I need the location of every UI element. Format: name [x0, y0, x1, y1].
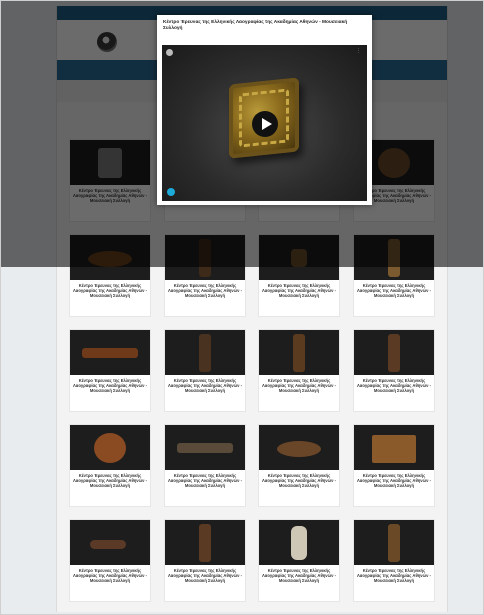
artifact-thumbnail-shape — [94, 433, 126, 463]
model-card-title[interactable]: Κέντρο Έρευνας της Ελληνικής Λαογραφίας … — [356, 568, 432, 584]
model-card[interactable]: Κέντρο Έρευνας της Ελληνικής Λαογραφίας … — [164, 329, 246, 412]
model-viewer-modal: Κέντρο Έρευνας της Ελληνικής Λαογραφίας … — [157, 15, 372, 205]
model-card-title[interactable]: Κέντρο Έρευνας της Ελληνικής Λαογραφίας … — [72, 473, 148, 489]
screenshot-frame: Κέντρο Έρευνας της Ελληνικής Λαογραφίας … — [0, 0, 484, 615]
model-card-title[interactable]: Κέντρο Έρευνας της Ελληνικής Λαογραφίας … — [167, 473, 243, 489]
artifact-thumbnail-shape — [199, 524, 211, 562]
model-card[interactable]: Κέντρο Έρευνας της Ελληνικής Λαογραφίας … — [69, 424, 151, 507]
model-card[interactable]: Κέντρο Έρευνας της Ελληνικής Λαογραφίας … — [258, 329, 340, 412]
model-card[interactable]: Κέντρο Έρευνας της Ελληνικής Λαογραφίας … — [353, 424, 435, 507]
artifact-thumbnail-shape — [293, 334, 305, 372]
model-card[interactable]: Κέντρο Έρευνας της Ελληνικής Λαογραφίας … — [69, 519, 151, 602]
artifact-thumbnail-shape — [199, 334, 211, 372]
model-card-title[interactable]: Κέντρο Έρευνας της Ελληνικής Λαογραφίας … — [356, 283, 432, 299]
artifact-thumbnail-shape — [291, 526, 307, 560]
artifact-thumbnail-shape — [277, 441, 321, 457]
model-card[interactable]: Κέντρο Έρευνας της Ελληνικής Λαογραφίας … — [69, 329, 151, 412]
model-thumbnail[interactable] — [354, 425, 434, 470]
model-card-title[interactable]: Κέντρο Έρευνας της Ελληνικής Λαογραφίας … — [261, 568, 337, 584]
model-card-title[interactable]: Κέντρο Έρευνας της Ελληνικής Λαογραφίας … — [356, 378, 432, 394]
model-card-title[interactable]: Κέντρο Έρευνας της Ελληνικής Λαογραφίας … — [167, 283, 243, 299]
model-thumbnail[interactable] — [354, 520, 434, 565]
model-card-title[interactable]: Κέντρο Έρευνας της Ελληνικής Λαογραφίας … — [72, 378, 148, 394]
sketchfab-viewer[interactable]: ⋮ — [162, 45, 367, 201]
model-thumbnail[interactable] — [70, 520, 150, 565]
sketchfab-logo-icon[interactable] — [167, 188, 175, 196]
artifact-thumbnail-shape — [388, 524, 400, 562]
artifact-thumbnail-shape — [388, 334, 400, 372]
artifact-thumbnail-shape — [82, 348, 138, 358]
artifact-thumbnail-shape — [372, 435, 416, 463]
uploader-avatar-icon[interactable] — [166, 49, 173, 56]
model-card[interactable]: Κέντρο Έρευνας της Ελληνικής Λαογραφίας … — [164, 519, 246, 602]
artifact-thumbnail-shape — [177, 443, 233, 453]
model-thumbnail[interactable] — [259, 520, 339, 565]
model-card[interactable]: Κέντρο Έρευνας της Ελληνικής Λαογραφίας … — [258, 424, 340, 507]
model-thumbnail[interactable] — [165, 520, 245, 565]
model-card-title[interactable]: Κέντρο Έρευνας της Ελληνικής Λαογραφίας … — [356, 473, 432, 489]
model-card-title[interactable]: Κέντρο Έρευνας της Ελληνικής Λαογραφίας … — [261, 378, 337, 394]
model-card-title[interactable]: Κέντρο Έρευνας της Ελληνικής Λαογραφίας … — [261, 283, 337, 299]
modal-title: Κέντρο Έρευνας της Ελληνικής Λαογραφίας … — [163, 20, 348, 31]
model-card[interactable]: Κέντρο Έρευνας της Ελληνικής Λαογραφίας … — [353, 329, 435, 412]
model-card-title[interactable]: Κέντρο Έρευνας της Ελληνικής Λαογραφίας … — [167, 378, 243, 394]
model-thumbnail[interactable] — [259, 330, 339, 375]
viewer-menu-icon[interactable]: ⋮ — [356, 48, 361, 54]
model-thumbnail[interactable] — [165, 330, 245, 375]
model-card-title[interactable]: Κέντρο Έρευνας της Ελληνικής Λαογραφίας … — [167, 568, 243, 584]
play-icon — [261, 118, 272, 130]
model-thumbnail[interactable] — [165, 425, 245, 470]
model-card[interactable]: Κέντρο Έρευνας της Ελληνικής Λαογραφίας … — [258, 519, 340, 602]
model-card[interactable]: Κέντρο Έρευνας της Ελληνικής Λαογραφίας … — [353, 519, 435, 602]
model-thumbnail[interactable] — [70, 330, 150, 375]
model-card[interactable]: Κέντρο Έρευνας της Ελληνικής Λαογραφίας … — [164, 424, 246, 507]
model-thumbnail[interactable] — [70, 425, 150, 470]
model-thumbnail[interactable] — [354, 330, 434, 375]
model-card-title[interactable]: Κέντρο Έρευνας της Ελληνικής Λαογραφίας … — [72, 283, 148, 299]
play-button[interactable] — [252, 111, 278, 137]
model-thumbnail[interactable] — [259, 425, 339, 470]
model-card-title[interactable]: Κέντρο Έρευνας της Ελληνικής Λαογραφίας … — [72, 568, 148, 584]
artifact-thumbnail-shape — [90, 540, 126, 549]
model-card-title[interactable]: Κέντρο Έρευνας της Ελληνικής Λαογραφίας … — [261, 473, 337, 489]
